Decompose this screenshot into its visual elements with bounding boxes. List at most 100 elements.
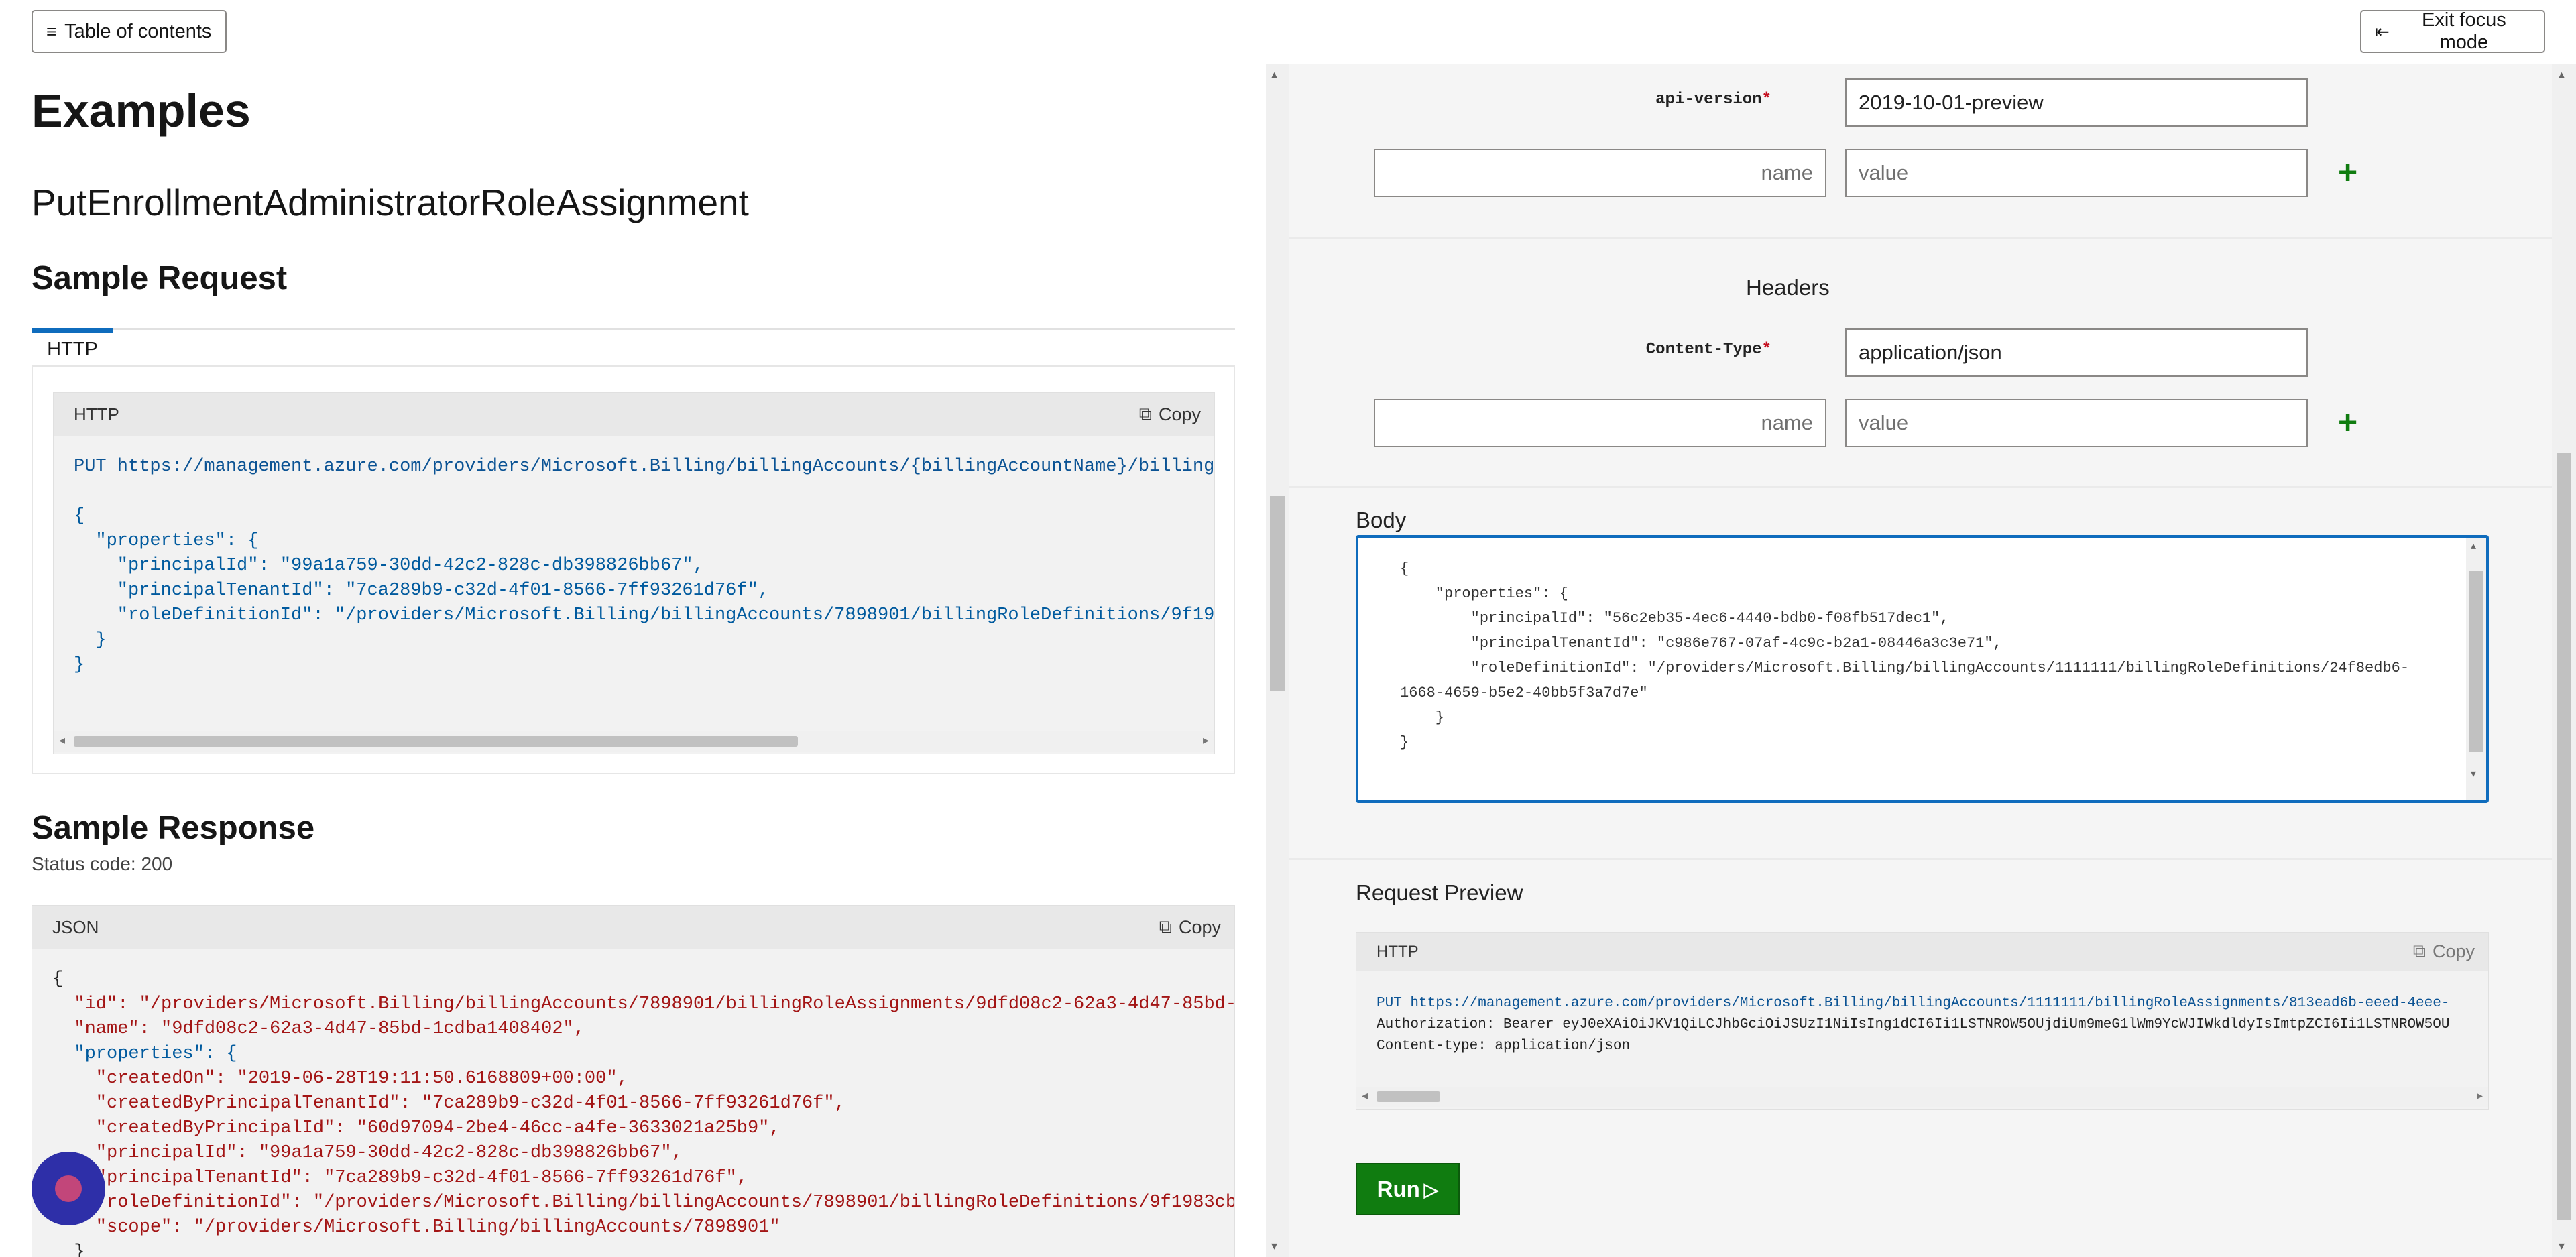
code-line: } (1400, 734, 1409, 751)
code-line: "properties": { (74, 531, 259, 551)
copy-request-button[interactable]: ⧉ Copy (1139, 401, 1201, 428)
code-line: "scope": "/providers/Microsoft.Billing/b… (52, 1217, 780, 1238)
copy-label: Copy (1178, 916, 1221, 937)
code-line: { (1400, 560, 1409, 577)
scroll-up-icon[interactable]: ▴ (1271, 68, 1277, 82)
scroll-up-icon[interactable]: ▴ (2471, 539, 2476, 552)
scroll-left-icon[interactable]: ◂ (1362, 1089, 1368, 1103)
param-value-input[interactable]: value (1845, 149, 2308, 197)
code-line: "roleDefinitionId": "/providers/Microsof… (1400, 660, 2410, 676)
scroll-up-icon[interactable]: ▴ (2559, 68, 2565, 82)
code-line: "createdByPrincipalTenantId": "7ca289b9-… (52, 1093, 845, 1114)
api-version-input[interactable]: 2019-10-01-preview (1845, 78, 2308, 127)
examples-column: Examples PutEnrollmentAdministratorRoleA… (0, 64, 1261, 1257)
scrollbar-thumb[interactable] (2557, 453, 2571, 1220)
scrollbar-thumb[interactable] (1377, 1091, 1440, 1102)
docs-page: ≡ Table of contents ⇤ Exit focus mode Ex… (0, 0, 2576, 1257)
exit-focus-mode-button[interactable]: ⇤ Exit focus mode (2360, 9, 2545, 53)
code-line: Authorization: Bearer eyJ0eXAiOiJKV1QiLC… (1377, 1017, 2450, 1032)
body-code: { "properties": { "principalId": "56c2eb… (1400, 556, 2409, 755)
header-value-input[interactable]: value (1845, 399, 2308, 447)
run-label: Run (1377, 1177, 1420, 1201)
copy-label: Copy (1158, 404, 1201, 424)
page-scrollbar[interactable]: ▴ ▾ (2552, 64, 2576, 1257)
body-heading: Body (1356, 507, 1407, 532)
sample-request-panel: HTTP ⧉ Copy PUT https://management.azure… (32, 365, 1235, 774)
preview-horizontal-scrollbar[interactable]: ◂ ▸ (1356, 1087, 2488, 1107)
sample-request-code-block: HTTP ⧉ Copy PUT https://management.azure… (53, 392, 1215, 754)
code-line: 1668-4659-b5e2-40bb5f3a7d7e" (1400, 684, 1648, 701)
add-parameter-icon[interactable]: + (2338, 156, 2357, 189)
copy-label: Copy (2432, 941, 2475, 961)
code-line: } (52, 1242, 85, 1257)
hamburger-icon: ≡ (46, 21, 57, 42)
run-button[interactable]: Run ▷ (1356, 1163, 1460, 1215)
sample-request-heading: Sample Request (32, 260, 288, 296)
copy-preview-button[interactable]: ⧉ Copy (2413, 938, 2475, 965)
copy-response-button[interactable]: ⧉ Copy (1159, 914, 1221, 941)
code-line: "createdByPrincipalId": "60d97094-2be4-4… (52, 1118, 780, 1138)
headers-heading: Headers (1746, 275, 1830, 300)
play-icon: ▷ (1423, 1179, 1439, 1200)
exit-focus-mode-label: Exit focus mode (2422, 9, 2506, 53)
code-header: HTTP ⧉ Copy (1356, 933, 2488, 971)
scrollbar-thumb[interactable] (2469, 571, 2483, 752)
scroll-right-icon[interactable]: ▸ (2477, 1089, 2483, 1103)
code-line: } (1400, 709, 1445, 726)
request-preview-heading: Request Preview (1356, 880, 1523, 905)
request-code: PUT https://management.azure.com/provide… (74, 455, 1215, 678)
copy-icon: ⧉ (2412, 941, 2426, 961)
request-horizontal-scrollbar[interactable]: ◂ ▸ (54, 731, 1214, 752)
code-line: "principalTenantId": "7ca289b9-c32d-4f01… (74, 581, 769, 601)
code-line: "roleDefinitionId": "/providers/Microsof… (74, 605, 1215, 625)
scroll-down-icon[interactable]: ▾ (1271, 1239, 1277, 1253)
try-it-panel: api-version* 2019-10-01-preview name val… (1289, 64, 2553, 1257)
code-line: "createdOn": "2019-06-28T19:11:50.616880… (52, 1069, 628, 1089)
code-line: PUT https://management.azure.com/provide… (1377, 996, 2450, 1011)
code-header: JSON ⧉ Copy (32, 906, 1234, 949)
code-line: "properties": { (52, 1044, 237, 1064)
tab-bar (32, 328, 1235, 330)
code-language: JSON (52, 916, 99, 937)
add-header-icon[interactable]: + (2338, 406, 2357, 439)
operation-name: PutEnrollmentAdministratorRoleAssignment (32, 182, 749, 223)
code-line: "principalId": "99a1a759-30dd-42c2-828c-… (52, 1143, 683, 1163)
exit-icon: ⇤ (2375, 21, 2390, 42)
status-code: Status code: 200 (32, 853, 172, 875)
copy-icon: ⧉ (1159, 916, 1172, 937)
scroll-down-icon[interactable]: ▾ (2559, 1239, 2565, 1253)
body-textarea[interactable]: { "properties": { "principalId": "56c2eb… (1356, 535, 2489, 803)
code-line: { (52, 969, 64, 990)
chat-assistant-button[interactable] (32, 1152, 105, 1225)
scrollbar-thumb[interactable] (74, 736, 798, 747)
code-line: "principalId": "99a1a759-30dd-42c2-828c-… (74, 556, 704, 576)
examples-heading: Examples (32, 84, 251, 137)
tab-http[interactable]: HTTP (32, 328, 113, 366)
param-name-input[interactable]: name (1374, 149, 1826, 197)
code-line: } (74, 655, 85, 675)
code-line: "principalId": "56c2eb35-4ec6-4440-bdb0-… (1400, 610, 1949, 627)
scrollbar-thumb[interactable] (1270, 496, 1285, 691)
scroll-right-icon[interactable]: ▸ (1203, 733, 1209, 747)
sample-response-heading: Sample Response (32, 810, 315, 846)
request-preview-code-block: HTTP ⧉ Copy PUT https://management.azure… (1356, 932, 2489, 1110)
divider (1289, 237, 2553, 239)
code-line: { (74, 506, 85, 526)
code-line: "principalTenantId": "7ca289b9-c32d-4f01… (52, 1168, 748, 1188)
code-line: "roleDefinitionId": "/providers/Microsof… (52, 1193, 1235, 1213)
content-type-input[interactable]: application/json (1845, 328, 2308, 377)
table-of-contents-label: Table of contents (64, 20, 212, 42)
header-name-input[interactable]: name (1374, 399, 1826, 447)
response-code: { "id": "/providers/Microsoft.Billing/bi… (52, 967, 1235, 1257)
scroll-left-icon[interactable]: ◂ (59, 733, 65, 747)
preview-code: PUT https://management.azure.com/provide… (1377, 993, 2449, 1057)
table-of-contents-button[interactable]: ≡ Table of contents (32, 10, 227, 53)
body-scrollbar[interactable]: ▴ ▾ (2466, 538, 2486, 800)
scroll-down-icon[interactable]: ▾ (2471, 767, 2476, 780)
code-line: } (74, 630, 107, 650)
api-version-label: api-version* (1655, 91, 1771, 109)
code-line: "principalTenantId": "c986e767-07af-4c9c… (1400, 635, 2002, 652)
code-language: HTTP (1377, 943, 1419, 961)
left-pane-scrollbar[interactable]: ▴ ▾ (1266, 64, 1289, 1257)
status-code-value: 200 (141, 853, 173, 874)
